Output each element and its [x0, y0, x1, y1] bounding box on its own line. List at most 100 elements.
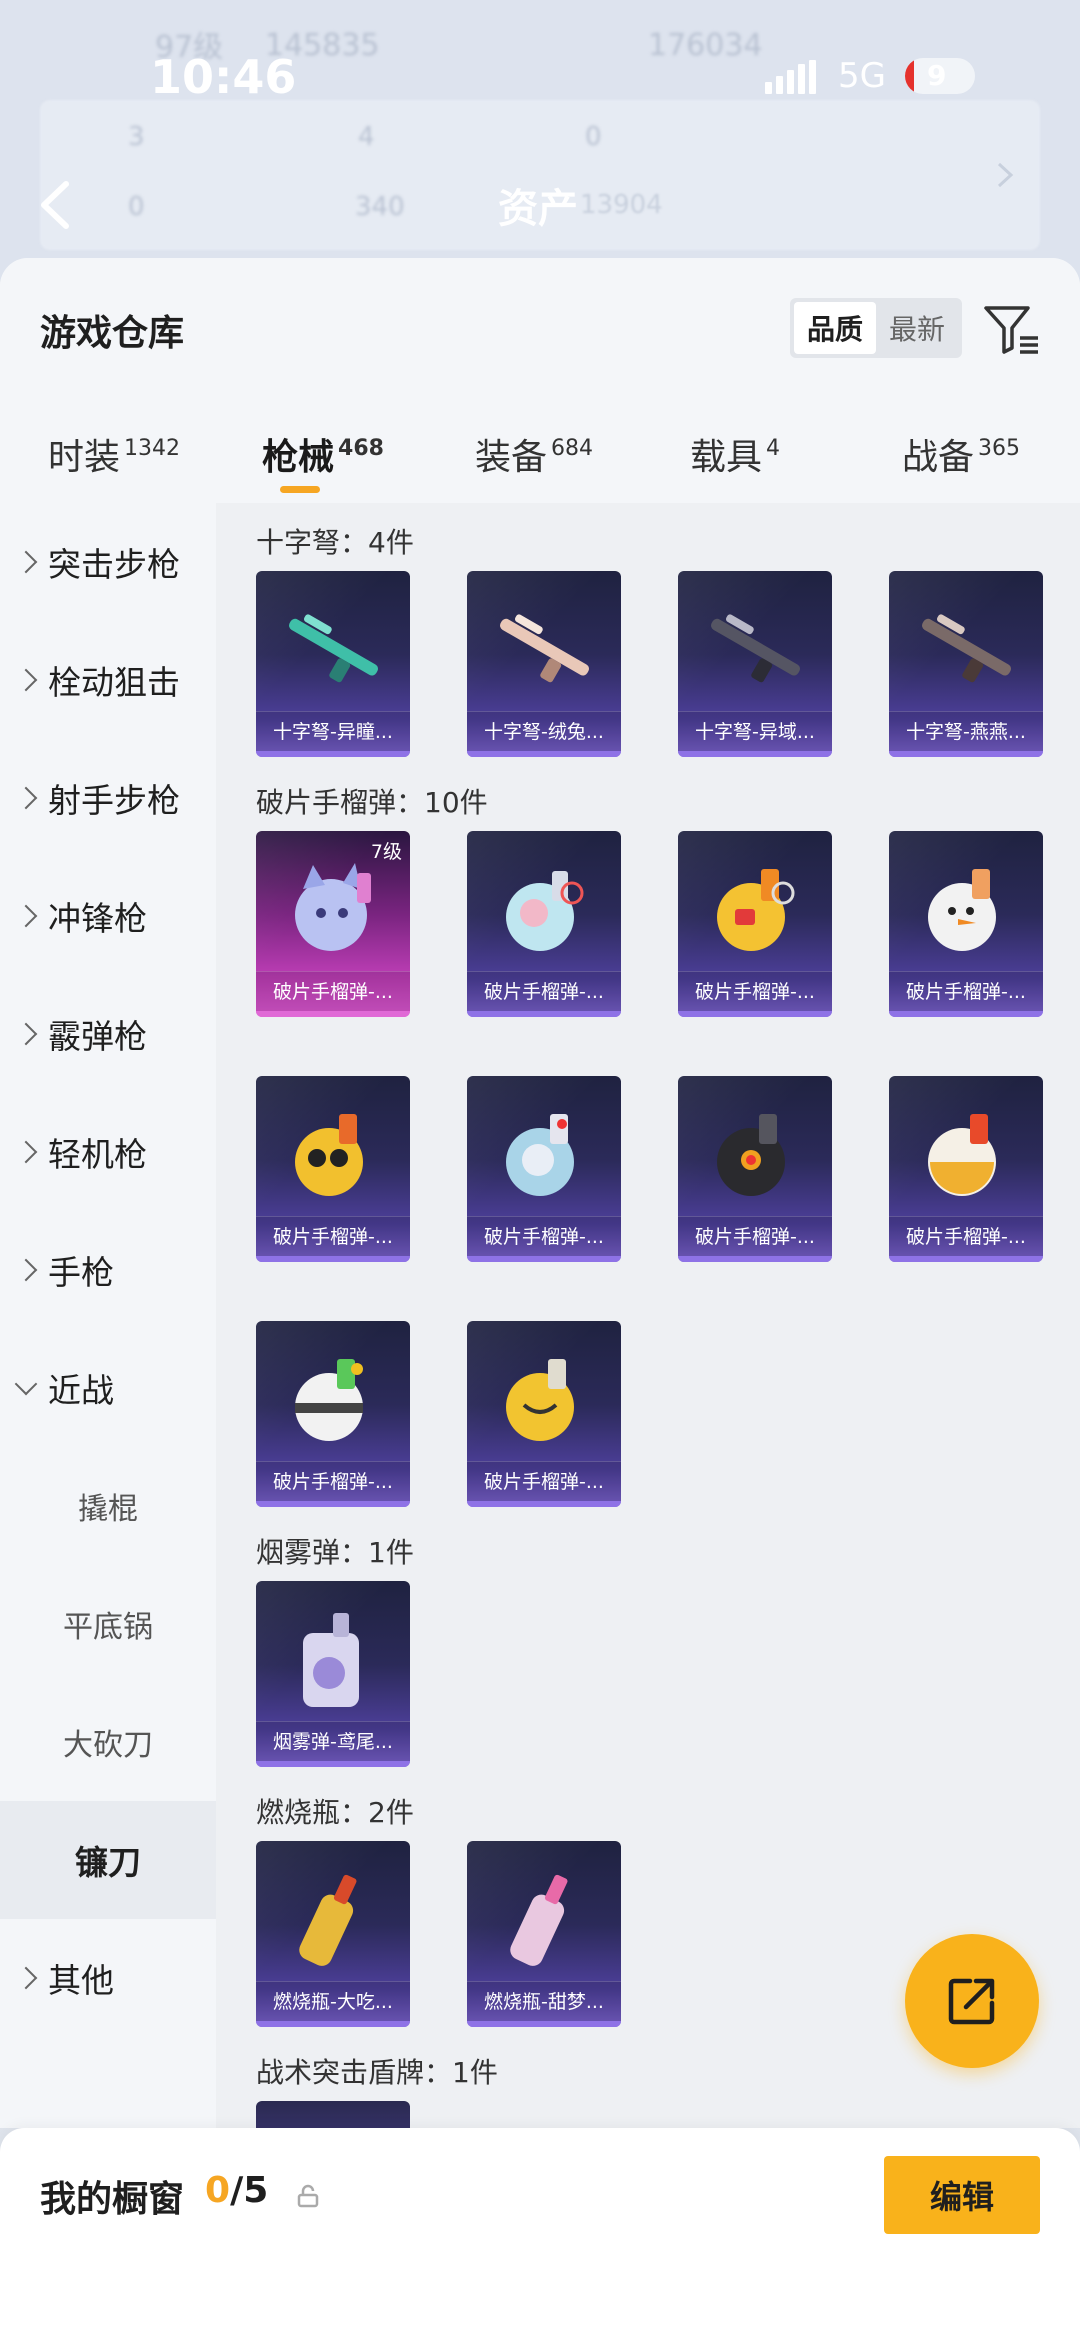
edit-button[interactable]: 编辑: [884, 2156, 1040, 2234]
item-card[interactable]: 破片手榴弹-...: [256, 1321, 410, 1507]
rarity-bar: [889, 1011, 1043, 1017]
tab-count: 468: [338, 436, 384, 461]
rarity-bar: [467, 2021, 621, 2027]
tab-label: 时装: [48, 437, 121, 478]
item-name: 破片手榴弹-...: [467, 1216, 621, 1256]
item-card[interactable]: 破片手榴弹-...: [256, 1076, 410, 1262]
tab-equipment[interactable]: 装备 684: [475, 428, 593, 480]
sidebar-item-melee[interactable]: 近战: [0, 1329, 216, 1447]
grenade-icon: [295, 1114, 363, 1196]
item-card[interactable]: 破片手榴弹-...: [467, 1076, 621, 1262]
crossbow-icon: [500, 614, 589, 683]
sidebar-sub-sickle[interactable]: 镰刀: [0, 1801, 216, 1919]
crossbow-icon: [711, 614, 800, 683]
chevron-right-icon: [14, 550, 38, 574]
rarity-bar: [678, 1256, 832, 1262]
warehouse-panel: 游戏仓库 品质 最新 时装 1342 枪械 468 装备 684 载具 4 战备 365 …: [0, 258, 1080, 2128]
item-card[interactable]: 燃烧瓶-甜梦...: [467, 1841, 621, 2027]
share-fab-button[interactable]: [905, 1934, 1039, 2068]
back-arrow-icon[interactable]: [38, 180, 72, 230]
item-card[interactable]: 7级 破片手榴弹-...: [256, 831, 410, 1017]
rarity-bar: [889, 751, 1043, 757]
item-card-partial[interactable]: [256, 2101, 410, 2128]
sidebar-sub-pan[interactable]: 平底锅: [0, 1565, 216, 1683]
sidebar-item-smg[interactable]: 冲锋枪: [0, 857, 216, 975]
group-title-shield: 战术突击盾牌：1件: [256, 2056, 498, 2089]
item-card[interactable]: 十字弩-异瞳...: [256, 571, 410, 757]
chevron-right-icon: [14, 1966, 38, 1990]
grenade-icon: [928, 869, 996, 951]
background-header: 97级 145835 176034 3 4 0 0 340 10:46 5G 9…: [0, 0, 1080, 280]
item-name: 破片手榴弹-...: [256, 1461, 410, 1501]
item-card[interactable]: 十字弩-异域...: [678, 571, 832, 757]
rarity-bar: [678, 751, 832, 757]
sidebar-item-lmg[interactable]: 轻机枪: [0, 1093, 216, 1211]
sidebar-item-label: 栓动狙击: [48, 663, 180, 702]
grenade-icon: [717, 1114, 785, 1196]
tab-supplies[interactable]: 战备 365: [902, 428, 1020, 480]
item-card[interactable]: 破片手榴弹-...: [678, 831, 832, 1017]
clock: 10:46: [150, 50, 297, 104]
item-name: 燃烧瓶-甜梦...: [467, 1981, 621, 2021]
sidebar-item-other[interactable]: 其他: [0, 1919, 216, 2037]
showcase-bar: 我的橱窗 0/5 编辑: [0, 2128, 1080, 2347]
item-card[interactable]: 破片手榴弹-...: [467, 831, 621, 1017]
group-title-crossbow: 十字弩：4件: [256, 526, 414, 559]
rarity-bar: [467, 1501, 621, 1507]
chevron-right-icon: [14, 668, 38, 692]
rarity-bar: [256, 1501, 410, 1507]
sidebar-item-pistol[interactable]: 手枪: [0, 1211, 216, 1329]
tab-vehicles[interactable]: 载具 4: [690, 428, 780, 480]
sidebar-item-label: 近战: [48, 1371, 114, 1410]
item-card[interactable]: 十字弩-绒兔...: [467, 571, 621, 757]
grenade-icon: [506, 1359, 574, 1441]
sidebar-sub-crowbar[interactable]: 撬棍: [0, 1447, 216, 1565]
item-card[interactable]: 破片手榴弹-...: [889, 831, 1043, 1017]
tab-fashion[interactable]: 时装 1342: [48, 428, 180, 480]
item-card[interactable]: 烟雾弹-鸢尾...: [256, 1581, 410, 1767]
tab-guns[interactable]: 枪械 468: [262, 428, 384, 480]
item-card[interactable]: 破片手榴弹-...: [889, 1076, 1043, 1262]
item-name: 破片手榴弹-...: [467, 1461, 621, 1501]
tab-label: 战备: [902, 437, 975, 478]
chevron-right-icon[interactable]: [995, 160, 1015, 190]
tab-count: 684: [551, 436, 594, 461]
sidebar-item-marksman[interactable]: 射手步枪: [0, 739, 216, 857]
stat-value: 340: [355, 192, 405, 222]
item-card[interactable]: 破片手榴弹-...: [467, 1321, 621, 1507]
filter-icon[interactable]: [982, 302, 1042, 358]
item-card[interactable]: 十字弩-燕燕...: [889, 571, 1043, 757]
chevron-right-icon: [14, 1258, 38, 1282]
assets-value: 13904: [580, 190, 663, 220]
item-name: 破片手榴弹-...: [678, 971, 832, 1011]
rarity-bar: [256, 2021, 410, 2027]
sidebar-item-shotgun[interactable]: 霰弹枪: [0, 975, 216, 1093]
crossbow-icon: [289, 614, 378, 683]
rarity-bar: [256, 1011, 410, 1017]
sidebar-item-label: 冲锋枪: [48, 899, 147, 938]
tab-label: 装备: [475, 437, 548, 478]
sidebar-item-label: 突击步枪: [48, 545, 180, 584]
group-title-molotov: 燃烧瓶：2件: [256, 1796, 414, 1829]
sort-quality-button[interactable]: 品质: [794, 302, 876, 354]
item-name: 破片手榴弹-...: [889, 1216, 1043, 1256]
rarity-bar: [256, 1256, 410, 1262]
item-card[interactable]: 燃烧瓶-大吃...: [256, 1841, 410, 2027]
tab-count: 1342: [124, 436, 181, 461]
sidebar-item-assault-rifle[interactable]: 突击步枪: [0, 503, 216, 621]
item-card[interactable]: 破片手榴弹-...: [678, 1076, 832, 1262]
grenade-icon: [506, 871, 584, 951]
tab-count: 365: [978, 436, 1021, 461]
sidebar-item-bolt-sniper[interactable]: 栓动狙击: [0, 621, 216, 739]
sidebar-item-label: 轻机枪: [48, 1135, 147, 1174]
sidebar: 突击步枪 栓动狙击 射手步枪 冲锋枪 霰弹枪 轻机枪 手枪 近战 撬棍 平底锅 …: [0, 503, 216, 2128]
sidebar-sub-machete[interactable]: 大砍刀: [0, 1683, 216, 1801]
rarity-bar: [467, 1011, 621, 1017]
showcase-current: 0: [205, 2170, 231, 2211]
battery-level: 9: [927, 59, 947, 92]
chevron-right-icon: [14, 1022, 38, 1046]
rarity-bar: [256, 751, 410, 757]
sort-newest-button[interactable]: 最新: [876, 302, 958, 354]
rarity-bar: [256, 1761, 410, 1767]
molotov-icon: [510, 1874, 568, 1966]
